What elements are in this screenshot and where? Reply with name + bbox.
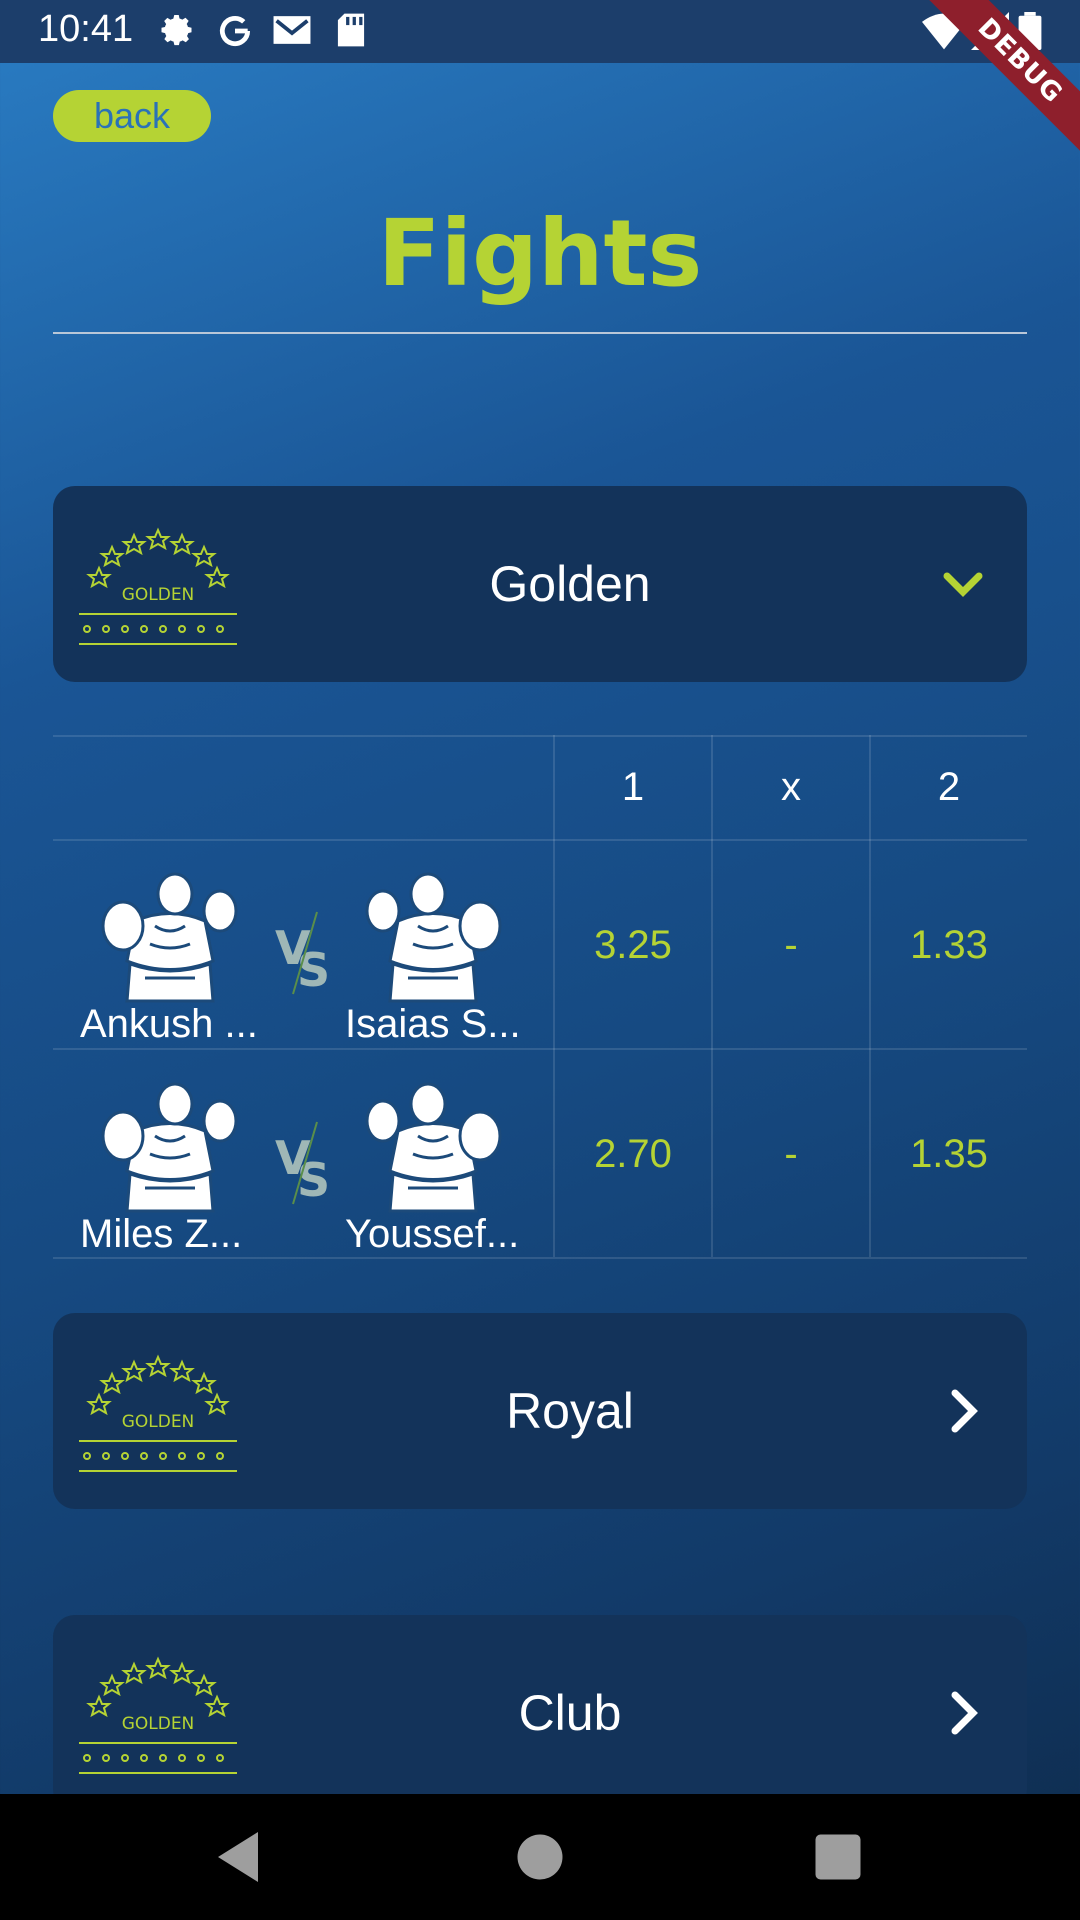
chevron-right-icon[interactable] bbox=[939, 1689, 987, 1737]
boxer-left-icon bbox=[95, 866, 245, 1006]
status-time: 10:41 bbox=[38, 8, 134, 50]
fighter-2-name: Youssef... bbox=[345, 1212, 520, 1256]
mail-icon bbox=[273, 16, 311, 44]
chevron-down-icon[interactable] bbox=[939, 560, 987, 608]
chevron-right-icon[interactable] bbox=[939, 1387, 987, 1435]
fighter-1-name: Miles Z... bbox=[80, 1212, 243, 1256]
league-card-golden[interactable]: GOLDEN Golden bbox=[53, 486, 1027, 682]
league-logo-text: GOLDEN bbox=[122, 1412, 195, 1432]
odd-2-cell[interactable]: 1.35 bbox=[871, 1050, 1027, 1258]
fighter-1-name: Ankush ... bbox=[80, 1002, 258, 1046]
recents-square-icon[interactable] bbox=[808, 1827, 868, 1887]
google-icon bbox=[219, 16, 251, 47]
league-logo-text: GOLDEN bbox=[122, 585, 195, 605]
sd-card-icon bbox=[337, 13, 365, 47]
vs-icon bbox=[273, 908, 333, 998]
header-odd-x: x bbox=[781, 765, 801, 809]
league-logo-text: GOLDEN bbox=[122, 1714, 195, 1734]
header-odd-1: 1 bbox=[621, 765, 645, 809]
back-button[interactable]: back bbox=[53, 90, 211, 142]
boxer-right-icon bbox=[358, 866, 508, 1006]
odd-x-cell[interactable]: - bbox=[713, 1050, 869, 1258]
league-name: Royal bbox=[506, 1383, 634, 1439]
odd-2-cell[interactable]: 1.33 bbox=[871, 841, 1027, 1049]
page-title: Fights bbox=[377, 200, 703, 307]
odd-x-cell[interactable]: - bbox=[713, 841, 869, 1049]
boxer-right-icon bbox=[358, 1076, 508, 1216]
odd-1-cell[interactable]: 2.70 bbox=[555, 1050, 711, 1258]
home-circle-icon[interactable] bbox=[510, 1827, 570, 1887]
odd-1-cell[interactable]: 3.25 bbox=[555, 841, 711, 1049]
status-bar: 10:41 bbox=[0, 0, 1080, 63]
boxer-left-icon bbox=[95, 1076, 245, 1216]
gear-icon bbox=[161, 15, 192, 46]
back-triangle-icon[interactable] bbox=[208, 1827, 268, 1887]
league-name: Golden bbox=[489, 556, 651, 612]
vs-icon bbox=[273, 1118, 333, 1208]
fighter-2-name: Isaias S... bbox=[345, 1002, 521, 1046]
league-logo-icon: GOLDEN bbox=[77, 522, 239, 650]
header-odd-2: 2 bbox=[937, 765, 961, 809]
navigation-bar bbox=[0, 1794, 1080, 1920]
league-name: Club bbox=[518, 1685, 622, 1741]
league-logo-icon: GOLDEN bbox=[77, 1651, 239, 1779]
league-card-club[interactable]: GOLDEN Club bbox=[53, 1615, 1027, 1811]
league-card-royal[interactable]: GOLDEN Royal bbox=[53, 1313, 1027, 1509]
title-divider bbox=[53, 332, 1027, 334]
league-logo-icon: GOLDEN bbox=[77, 1349, 239, 1477]
